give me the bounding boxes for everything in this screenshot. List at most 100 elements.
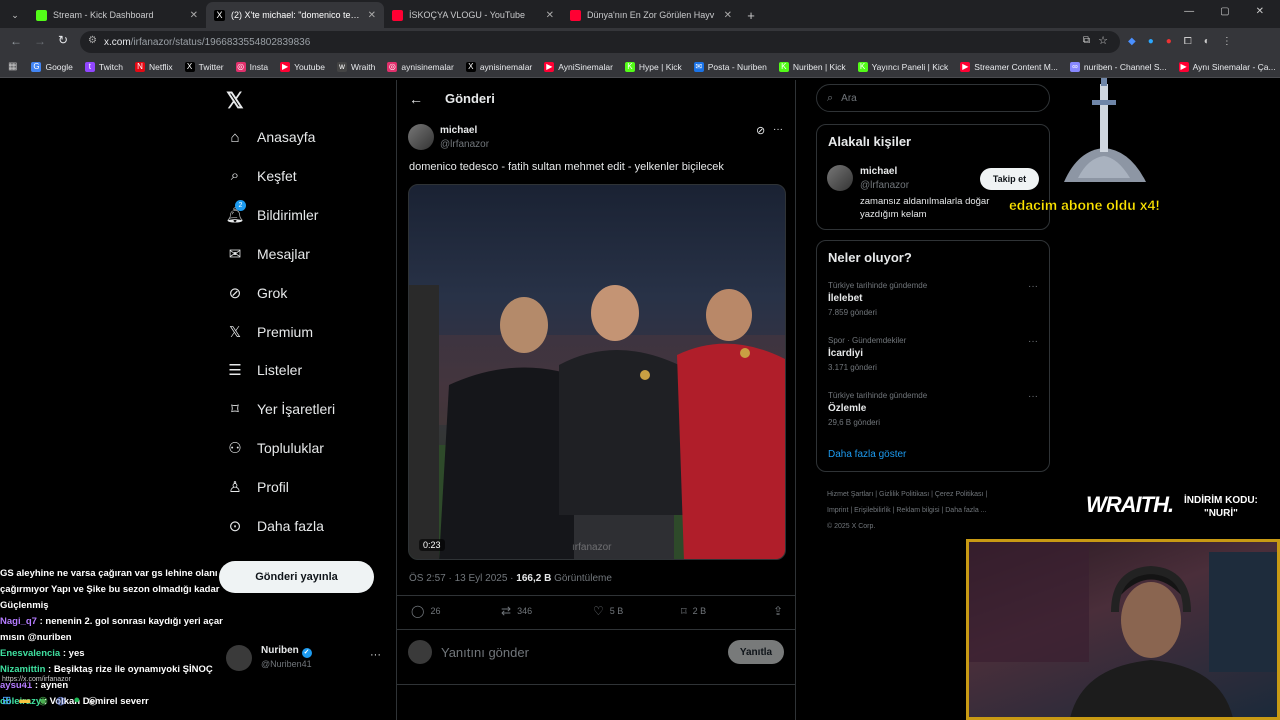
extension-red-icon[interactable]: ● <box>1166 36 1172 47</box>
star-icon[interactable]: ☆ <box>1098 34 1108 47</box>
minimize-icon[interactable]: — <box>1184 6 1194 17</box>
maximize-icon[interactable]: ▢ <box>1220 6 1229 17</box>
sponsor-logo: WRAITH. <box>1086 492 1174 517</box>
close-icon[interactable]: ✕ <box>724 10 732 21</box>
bookmark-item[interactable]: ∞ nuriben - Channel S... <box>1069 61 1167 72</box>
nav-item-grok[interactable]: ⊘ Grok <box>226 284 288 302</box>
nav-item-profil[interactable]: ♙ Profil <box>226 478 289 496</box>
windows-icon[interactable]: ⊞ <box>2 694 11 707</box>
close-icon[interactable]: ✕ <box>368 10 376 21</box>
video-player[interactable]: 0:23 ırfanazor <box>408 184 786 560</box>
profile-avatar-icon[interactable]: ◐ <box>1204 36 1210 47</box>
apps-grid-icon[interactable]: ▦ <box>8 61 17 72</box>
related-handle[interactable]: @lrfanazor <box>860 180 909 191</box>
trend-item[interactable]: Spor · Gündemdekiler İcardiyi 3.171 gönder… <box>828 336 1038 372</box>
nav-item-listeler[interactable]: ☰ Listeler <box>226 361 302 379</box>
bookmark-item[interactable]: Xaynisinemalar <box>465 61 532 72</box>
more-dots-icon[interactable]: ··· <box>1028 281 1038 292</box>
bookmark-item[interactable]: ▶ Streamer Content M... <box>960 61 1058 72</box>
chat-username[interactable]: Nagi_q7 <box>0 616 37 627</box>
menu-kebab-icon[interactable]: ⋮ <box>1222 36 1232 47</box>
trend-item[interactable]: Türkiye tarihinde gündemde İlelebet 7.859 … <box>828 281 1038 317</box>
trend-item[interactable]: Türkiye tarihinde gündemde Özlemle 29,6 B … <box>828 391 1038 427</box>
discord-icon[interactable]: ◍ <box>56 694 66 707</box>
chrome-icon[interactable]: ◉ <box>38 694 48 707</box>
show-more-link[interactable]: Daha fazla göster <box>828 449 906 460</box>
spotify-icon[interactable]: ● <box>73 694 80 707</box>
more-dots-icon[interactable]: ··· <box>370 649 381 661</box>
browser-tab-bar: ⌄ Stream - Kick Dashboard ✕ X (2) X'te m… <box>0 0 1280 28</box>
bookmark-item[interactable]: ▶ Youtube <box>280 61 325 72</box>
extension-shield-icon[interactable]: ◆ <box>1128 36 1136 47</box>
bookmark-item[interactable]: ✉ Posta - Nuriben <box>693 61 767 72</box>
reply-action[interactable]: ◯ 26 <box>411 604 501 618</box>
tab-x-post[interactable]: X (2) X'te michael: "domenico tedesco ✕ <box>206 2 384 28</box>
tab-search-button[interactable]: ⌄ <box>2 2 28 28</box>
author-avatar[interactable] <box>408 124 434 150</box>
close-window-icon[interactable]: ✕ <box>1256 6 1264 17</box>
close-icon[interactable]: ✕ <box>546 10 554 21</box>
verified-badge-icon: ✓ <box>301 648 312 658</box>
more-dots-icon[interactable]: ··· <box>1028 391 1038 402</box>
tab-youtube-vlog[interactable]: İSKOÇYA VLOGU - YouTube ✕ <box>384 2 562 28</box>
nav-item-topluluklar[interactable]: ⚇ Topluluklar <box>226 439 324 457</box>
x-logo-icon[interactable]: 𝕏 <box>226 88 244 114</box>
chat-username[interactable]: Nizamittin <box>0 664 45 675</box>
follow-button[interactable]: Takip et <box>980 168 1039 190</box>
obs-icon[interactable]: ◎ <box>88 694 98 707</box>
repost-action[interactable]: ⇄ 346 <box>501 604 593 618</box>
like-action[interactable]: ♡ 5 B <box>593 604 681 618</box>
reply-submit-button[interactable]: Yanıtla <box>728 640 784 664</box>
tab-kick-dashboard[interactable]: Stream - Kick Dashboard ✕ <box>28 2 206 28</box>
nav-item-anasayfa[interactable]: ⌂ Anasayfa <box>226 128 315 146</box>
folder-icon[interactable]: ▬ <box>19 694 30 707</box>
footer-links[interactable]: Hizmet Şartları | Gizlilik Politikası | … <box>827 487 987 535</box>
back-arrow-icon[interactable]: ← <box>409 91 423 107</box>
new-tab-button[interactable]: + <box>740 2 762 28</box>
notification-badge: 2 <box>235 199 246 211</box>
chat-username[interactable]: Enesvalencia <box>0 648 60 659</box>
nav-item-keşfet[interactable]: ⌕ Keşfet <box>226 167 297 185</box>
bookmark-item[interactable]: ◎ Insta <box>235 61 268 72</box>
nav-item-yer-i-şaretleri[interactable]: ⌑ Yer İşaretleri <box>226 400 335 418</box>
nav-item-premium[interactable]: 𝕏 Premium <box>226 323 313 341</box>
close-icon[interactable]: ✕ <box>190 10 198 21</box>
bookmark-item[interactable]: t Twitch <box>84 61 123 72</box>
bookmark-item[interactable]: ▶ AyniSinemalar <box>544 61 613 72</box>
account-switcher[interactable]: Nuriben ✓ @Nuriben41 ··· <box>226 643 386 675</box>
author-name[interactable]: michael <box>440 125 477 136</box>
reload-icon[interactable]: ↻ <box>58 33 68 47</box>
bookmark-item[interactable]: w Wraith <box>336 61 375 72</box>
forward-icon[interactable]: → <box>34 34 46 48</box>
address-bar[interactable]: ⚙ x.com/irfanazor/status/196683355480283… <box>80 31 1120 53</box>
bookmark-item[interactable]: K Nuriben | Kick <box>778 61 846 72</box>
bookmark-action[interactable]: ⌑ 2 B <box>681 605 773 618</box>
avatar[interactable] <box>827 165 853 191</box>
back-icon[interactable]: ← <box>10 34 22 48</box>
share-icon[interactable]: ⇪ <box>773 604 783 618</box>
bookmark-item[interactable]: X Twitter <box>184 61 224 72</box>
grok-icon[interactable]: ⊘ <box>756 124 765 137</box>
author-handle[interactable]: @lrfanazor <box>440 139 489 150</box>
nav-item-bildirimler[interactable]: 🔔︎ 2 Bildirimler <box>225 199 318 224</box>
install-icon[interactable]: ⧉ <box>1083 35 1090 46</box>
post-button[interactable]: Gönderi yayınla <box>219 561 374 593</box>
extensions-puzzle-icon[interactable]: ⧠ <box>1184 36 1192 47</box>
nav-item-daha-fazla[interactable]: ⊙ Daha fazla <box>226 517 324 535</box>
tab-youtube-animals[interactable]: Dünya'nın En Zor Görülen Hayv ✕ <box>562 2 740 28</box>
more-dots-icon[interactable]: ··· <box>773 124 783 135</box>
extension-globe-icon[interactable]: ● <box>1148 36 1154 47</box>
bookmark-item[interactable]: ◎ aynisinemalar <box>387 61 454 72</box>
related-name[interactable]: michael <box>860 166 897 177</box>
reply-input[interactable]: Yanıtını gönder <box>441 645 529 660</box>
bookmark-item[interactable]: K Yayıncı Paneli | Kick <box>857 61 948 72</box>
bookmark-item[interactable]: N Netflix <box>134 61 173 72</box>
bookmark-item[interactable]: ▶ Aynı Sinemalar - Ça... <box>1178 61 1276 72</box>
bookmark-item[interactable]: K Hype | Kick <box>624 61 682 72</box>
more-dots-icon[interactable]: ··· <box>1028 336 1038 347</box>
nav-label: Daha fazla <box>257 518 324 534</box>
bookmark-item[interactable]: G Google <box>31 61 73 72</box>
nav-item-mesajlar[interactable]: ✉ Mesajlar <box>226 245 310 263</box>
site-info-icon[interactable]: ⚙ <box>88 35 97 46</box>
search-box[interactable]: ⌕ Ara <box>816 84 1050 112</box>
